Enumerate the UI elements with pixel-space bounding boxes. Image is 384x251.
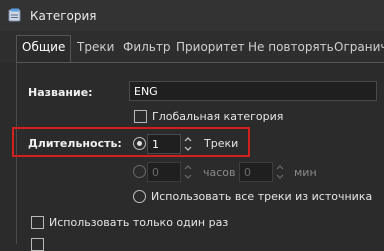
window-title: Категория xyxy=(30,9,97,23)
tab-priority[interactable]: Приоритет xyxy=(176,40,245,54)
tab-general[interactable]: Общие xyxy=(22,40,65,54)
tab-no-repeat[interactable]: Не повторять xyxy=(248,40,334,54)
name-input[interactable]: ENG xyxy=(129,81,377,101)
minutes-value: 0 xyxy=(244,166,251,179)
hours-spin-arrows-icon[interactable] xyxy=(183,162,193,182)
global-category-checkbox[interactable] xyxy=(134,110,147,123)
hours-value: 0 xyxy=(152,166,159,179)
use-all-tracks-radio[interactable] xyxy=(133,190,146,203)
minutes-spinner[interactable]: 0 xyxy=(239,162,273,182)
minutes-spin-arrows-icon[interactable] xyxy=(275,162,285,182)
tracks-unit-label: Треки xyxy=(204,137,239,150)
tracks-radio[interactable] xyxy=(133,137,146,150)
tab-content-border xyxy=(16,62,384,63)
right-edge xyxy=(377,63,384,244)
global-category-label: Глобальная категория xyxy=(152,110,284,123)
use-only-once-checkbox[interactable] xyxy=(31,216,44,229)
title-bar: Категория xyxy=(0,0,384,31)
duration-label: Длительность: xyxy=(28,137,122,150)
tab-tracks[interactable]: Треки xyxy=(77,40,114,54)
tab-filter[interactable]: Фильтр xyxy=(123,40,170,54)
next-option-checkbox[interactable] xyxy=(31,238,44,251)
category-icon xyxy=(8,8,21,22)
use-all-tracks-label: Использовать все треки из источника xyxy=(151,190,373,203)
hours-spinner[interactable]: 0 xyxy=(147,162,181,182)
tracks-count-value: 1 xyxy=(152,138,159,151)
name-label: Название: xyxy=(28,86,93,99)
tab-limits[interactable]: Огранич xyxy=(334,40,384,54)
use-only-once-label: Использовать только один раз xyxy=(49,216,229,229)
hours-unit-label: часов xyxy=(203,166,236,179)
time-radio[interactable] xyxy=(133,165,146,178)
tracks-count-spinner[interactable]: 1 xyxy=(147,134,181,154)
minutes-unit-label: мин xyxy=(294,166,317,179)
tracks-spin-arrows-icon[interactable] xyxy=(183,134,193,154)
